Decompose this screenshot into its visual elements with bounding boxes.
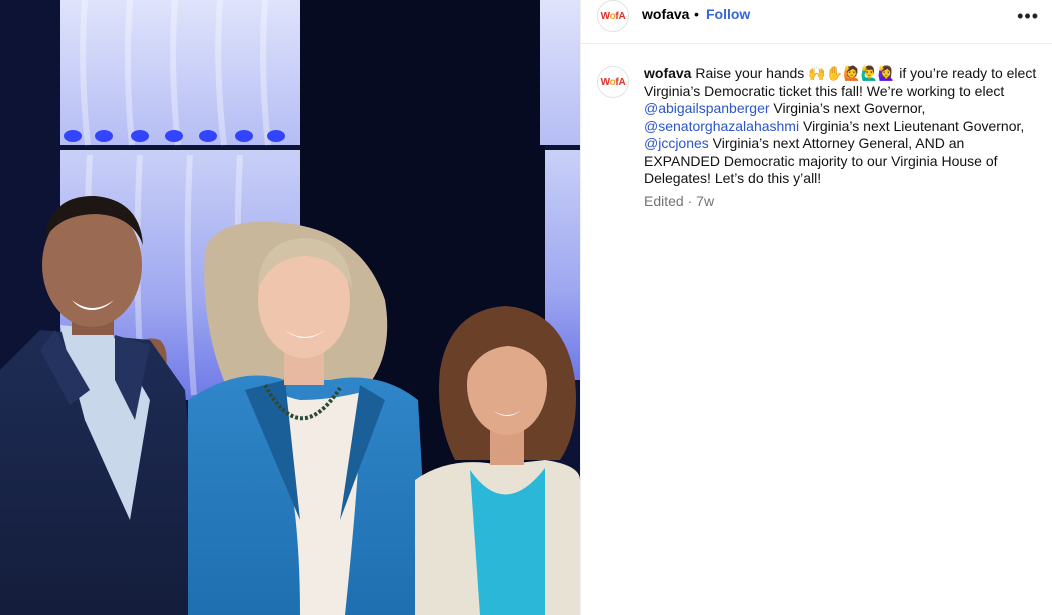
mention-jccjones[interactable]: @jccjones xyxy=(644,135,709,151)
account-username[interactable]: wofava xyxy=(642,6,689,22)
mention-senatorghazalahashmi[interactable]: @senatorghazalahashmi xyxy=(644,118,799,134)
caption-avatar-logo-text: WofA xyxy=(600,76,626,88)
post-sidebar: WofA wofava • Follow ••• WofA wofava Rai… xyxy=(580,0,1052,615)
post-photo[interactable] xyxy=(0,0,580,615)
caption-text-2: Virginia’s next Governor, xyxy=(769,100,926,116)
header-separator: • xyxy=(694,6,699,22)
post-meta: Edited · 7w xyxy=(644,193,714,209)
follow-button[interactable]: Follow xyxy=(706,6,750,22)
photo-illustration xyxy=(0,0,580,615)
post-caption: wofava Raise your hands 🙌✋🙋🙋‍♂️🙋‍♀️ if y… xyxy=(644,65,1044,188)
post-header: WofA wofava • Follow ••• xyxy=(581,0,1052,44)
more-horizontal-icon[interactable]: ••• xyxy=(1017,6,1039,27)
edited-label: Edited xyxy=(644,193,684,209)
post-age[interactable]: 7w xyxy=(696,193,714,209)
meta-separator: · xyxy=(687,193,693,209)
caption-username[interactable]: wofava xyxy=(644,65,691,81)
mention-abigailspanberger[interactable]: @abigailspanberger xyxy=(644,100,770,116)
caption-avatar[interactable]: WofA xyxy=(597,66,629,98)
right-panel-upper xyxy=(540,0,580,145)
caption-text-3: Virginia’s next Lieutenant Governor, xyxy=(799,117,1025,134)
caption-text-1: Raise your hands 🙌✋🙋🙋‍♂️🙋‍♀️ if you’re r… xyxy=(644,65,1037,99)
avatar-logo-text: WofA xyxy=(600,10,626,22)
account-avatar[interactable]: WofA xyxy=(597,0,629,32)
